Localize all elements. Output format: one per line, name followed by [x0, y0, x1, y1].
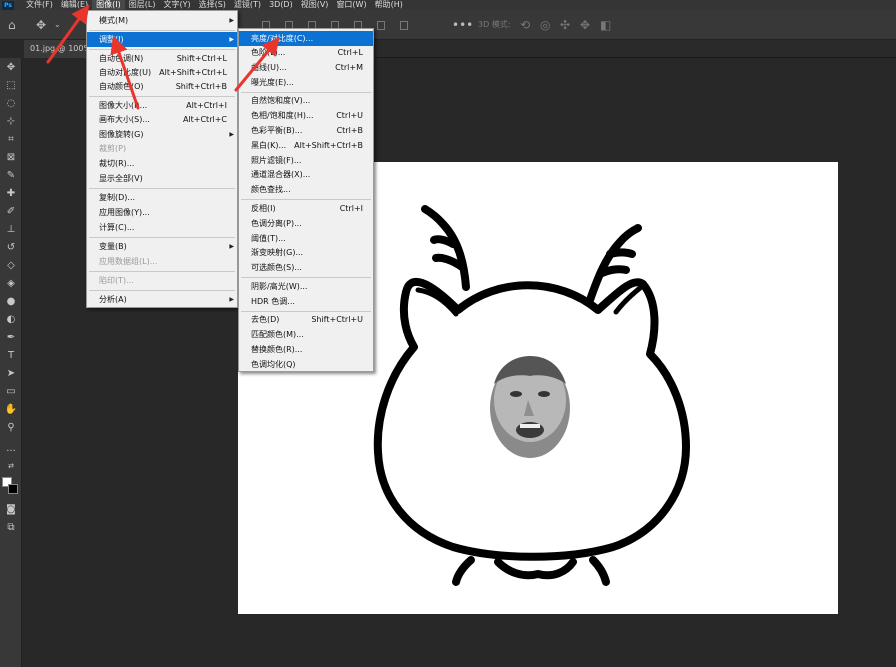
menu-item-threshold[interactable]: 阈值(T)... [239, 231, 373, 246]
menu-filter[interactable]: 滤镜(T) [230, 0, 265, 10]
marquee-tool-icon[interactable]: ⬚ [0, 78, 22, 94]
blur-tool-icon[interactable]: ● [0, 294, 22, 310]
menu-item-analysis[interactable]: 分析(A) ▶ [87, 292, 237, 307]
chevron-down-icon[interactable]: ⌄ [54, 10, 61, 40]
menu-edit[interactable]: 编辑(E) [57, 0, 92, 10]
paint-bucket-tool-icon[interactable]: ◈ [0, 276, 22, 292]
brush-tool-icon[interactable]: ✐ [0, 204, 22, 220]
menu-layer[interactable]: 图层(L) [125, 0, 160, 10]
menu-item-duplicate[interactable]: 复制(D)... [87, 190, 237, 205]
menu-item-color-balance[interactable]: 色彩平衡(B)... Ctrl+B [239, 123, 373, 138]
menu-item-invert[interactable]: 反相(I) Ctrl+I [239, 201, 373, 216]
menu-item-match-color[interactable]: 匹配颜色(M)... [239, 327, 373, 342]
distribute-icon[interactable] [400, 21, 408, 30]
3d-mode-label: 3D 模式: [478, 20, 511, 29]
menu-item-adjustments[interactable]: 调整(J) ▶ [87, 32, 237, 47]
hand-tool-icon[interactable]: ✋ [0, 402, 22, 418]
type-tool-icon[interactable]: T [0, 348, 22, 364]
menu-image[interactable]: 图像(I) [92, 0, 125, 10]
menu-item-image-rotation[interactable]: 图像旋转(G) ▶ [87, 127, 237, 142]
menu-item-vibrance[interactable]: 自然饱和度(V)... [239, 93, 373, 108]
3d-scale-icon[interactable]: ◧ [600, 10, 611, 40]
menu-item-channel-mixer[interactable]: 通道混合器(X)... [239, 167, 373, 182]
menu-item-apply-data-set: 应用数据组(L)... [99, 257, 158, 266]
menu-item-canvas-size[interactable]: 画布大小(S)... Alt+Ctrl+C [87, 112, 237, 127]
menu-item-auto-color[interactable]: 自动颜色(O) Shift+Ctrl+B [87, 79, 237, 94]
menu-item-shadows-highlights[interactable]: 阴影/高光(W)... [239, 279, 373, 294]
3d-orbit-icon[interactable]: ⟲ [520, 10, 530, 40]
zoom-tool-icon[interactable]: ⚲ [0, 420, 22, 436]
photoshop-logo-icon[interactable]: Ps [2, 0, 14, 10]
home-icon[interactable]: ⌂ [8, 10, 16, 40]
menu-item-posterize[interactable]: 色调分离(P)... [239, 216, 373, 231]
align-bottom-icon[interactable] [377, 21, 385, 30]
swap-colors-icon[interactable]: ⇄ [0, 458, 22, 474]
menu-item-selective-color[interactable]: 可选颜色(S)... [239, 260, 373, 275]
move-tool-icon[interactable]: ✥ [0, 60, 22, 76]
dodge-tool-icon[interactable]: ◐ [0, 312, 22, 328]
menu-item-image-size[interactable]: 图像大小(I)... Alt+Ctrl+I [87, 98, 237, 113]
menu-item-trim[interactable]: 裁切(R)... [87, 156, 237, 171]
3d-pan-icon[interactable]: ✣ [560, 10, 570, 40]
adjustments-submenu: 亮度/对比度(C)... 色阶(L)... Ctrl+L 曲线(U)... Ctrl… [238, 28, 374, 372]
menu-file[interactable]: 文件(F) [22, 0, 57, 10]
quick-select-tool-icon[interactable]: ⊹ [0, 114, 22, 130]
menu-help[interactable]: 帮助(H) [371, 0, 407, 10]
menu-item-hue-saturation[interactable]: 色相/饱和度(H)... Ctrl+U [239, 108, 373, 123]
menu-item-gradient-map[interactable]: 渐变映射(G)... [239, 245, 373, 260]
eraser-tool-icon[interactable]: ◇ [0, 258, 22, 274]
frame-tool-icon[interactable]: ⊠ [0, 150, 22, 166]
clone-stamp-tool-icon[interactable]: ⊥ [0, 222, 22, 238]
image-menu: 模式(M) ▶ 调整(J) ▶ 自动色调(N) Shift+Ctrl+L 自动对比度(… [86, 10, 238, 308]
menu-item-auto-contrast[interactable]: 自动对比度(U) Alt+Shift+Ctrl+L [87, 65, 237, 80]
menu-item-black-white[interactable]: 黑白(K)... Alt+Shift+Ctrl+B [239, 138, 373, 153]
pen-tool-icon[interactable]: ✒ [0, 330, 22, 346]
move-tool-icon[interactable]: ✥ [36, 10, 46, 40]
more-options-icon[interactable]: ••• [452, 10, 473, 40]
screen-mode-icon[interactable]: ⧉ [0, 520, 22, 536]
lasso-tool-icon[interactable]: ◌ [0, 96, 22, 112]
tools-panel: ✥ ⬚ ◌ ⊹ ⌗ ⊠ ✎ ✚ ✐ ⊥ ↺ ◇ ◈ ● ◐ ✒ T ➤ ▭ ✋ … [0, 58, 22, 667]
3d-slide-icon[interactable]: ✥ [580, 10, 590, 40]
menu-item-brightness-contrast[interactable]: 亮度/对比度(C)... [239, 31, 373, 46]
menu-item-calculations[interactable]: 计算(C)... [87, 220, 237, 235]
crop-tool-icon[interactable]: ⌗ [0, 132, 22, 148]
menu-view[interactable]: 视图(V) [297, 0, 333, 10]
healing-brush-tool-icon[interactable]: ✚ [0, 186, 22, 202]
menu-item-desaturate[interactable]: 去色(D) Shift+Ctrl+U [239, 312, 373, 327]
background-color-swatch[interactable] [8, 484, 18, 494]
menu-item-curves[interactable]: 曲线(U)... Ctrl+M [239, 60, 373, 75]
3d-roll-icon[interactable]: ◎ [540, 10, 550, 40]
menu-item-photo-filter[interactable]: 照片滤镜(F)... [239, 153, 373, 168]
quick-mask-icon[interactable]: ◙ [0, 502, 22, 518]
menu-item-equalize[interactable]: 色调均化(Q) [239, 357, 373, 372]
menu-bar: Ps 文件(F) 编辑(E) 图像(I) 图层(L) 文字(Y) 选择(S) 滤… [0, 0, 896, 10]
menu-item-exposure[interactable]: 曝光度(E)... [239, 75, 373, 90]
menu-item-crop: 裁剪(P) [99, 144, 127, 153]
menu-item-reveal-all[interactable]: 显示全部(V) [87, 171, 237, 186]
menu-item-apply-image[interactable]: 应用图像(Y)... [87, 205, 237, 220]
menu-window[interactable]: 窗口(W) [332, 0, 370, 10]
menu-item-levels[interactable]: 色阶(L)... Ctrl+L [239, 45, 373, 60]
path-select-tool-icon[interactable]: ➤ [0, 366, 22, 382]
menu-item-replace-color[interactable]: 替换颜色(R)... [239, 342, 373, 357]
menu-3d[interactable]: 3D(D) [265, 0, 297, 10]
face-photo [490, 356, 570, 458]
eyedropper-tool-icon[interactable]: ✎ [0, 168, 22, 184]
menu-item-auto-tone[interactable]: 自动色调(N) Shift+Ctrl+L [87, 51, 237, 66]
menu-item-color-lookup[interactable]: 颜色查找... [239, 182, 373, 197]
menu-type[interactable]: 文字(Y) [159, 0, 194, 10]
menu-select[interactable]: 选择(S) [195, 0, 230, 10]
menu-item-mode[interactable]: 模式(M) ▶ [87, 13, 237, 28]
menu-item-hdr-toning[interactable]: HDR 色调... [239, 294, 373, 309]
menu-item-variables[interactable]: 变量(B) ▶ [87, 239, 237, 254]
history-brush-tool-icon[interactable]: ↺ [0, 240, 22, 256]
menu-item-trap: 陷印(T)... [99, 276, 134, 285]
rectangle-tool-icon[interactable]: ▭ [0, 384, 22, 400]
